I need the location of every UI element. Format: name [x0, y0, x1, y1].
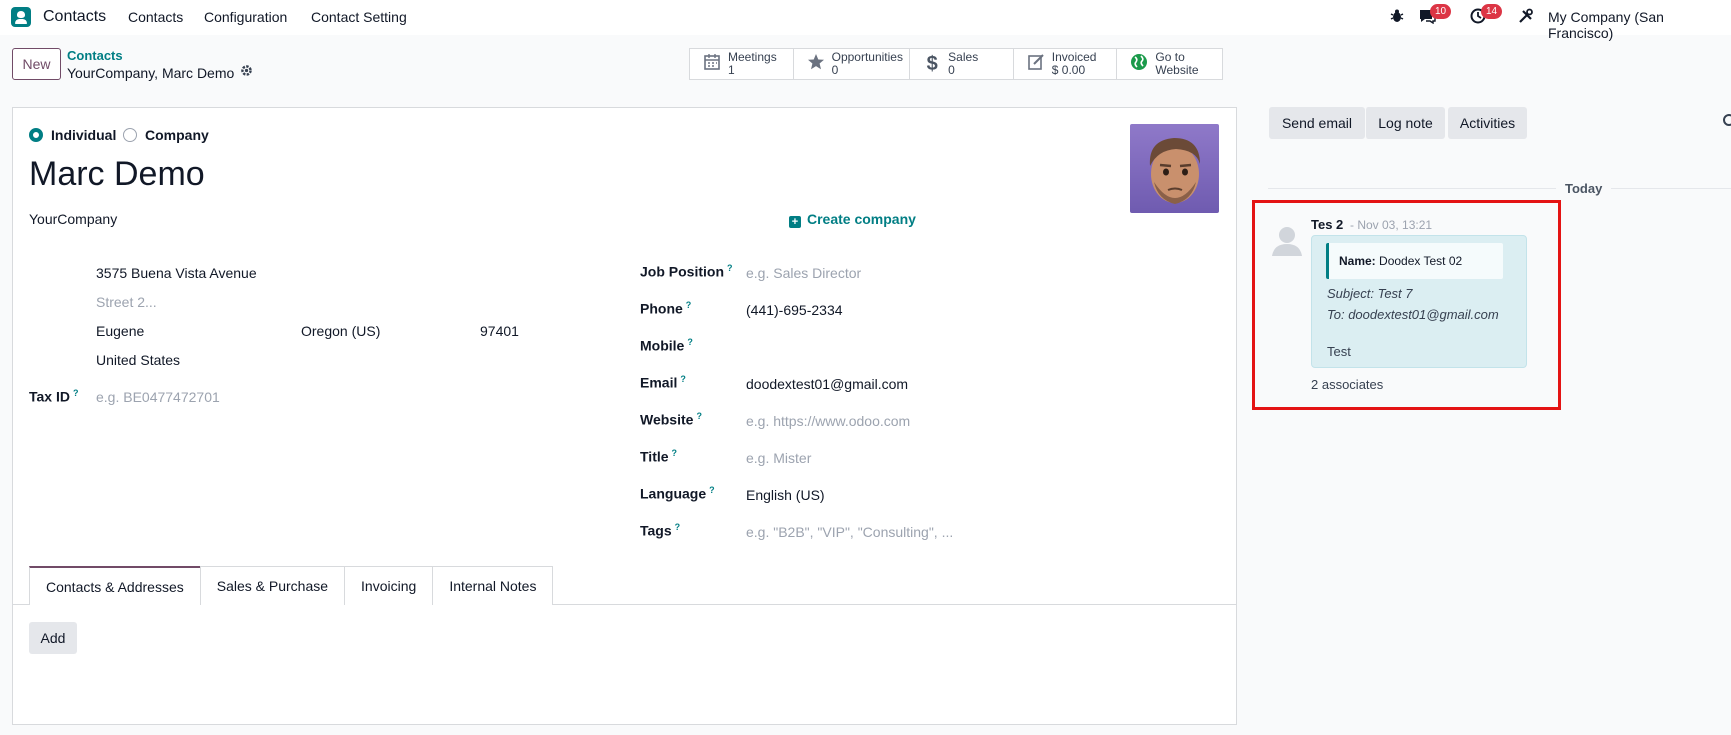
create-company-button[interactable]: + Create company: [789, 211, 916, 228]
radio-individual-label: Individual: [51, 127, 117, 143]
dollar-icon: $: [926, 52, 938, 75]
website-field-label: Website?: [640, 411, 702, 428]
partner-name-input[interactable]: Marc Demo: [29, 155, 205, 194]
street2-field[interactable]: Street 2...: [96, 294, 157, 310]
radio-individual[interactable]: Individual: [29, 127, 116, 143]
tax-id-field[interactable]: e.g. BE0477472701: [96, 389, 220, 405]
contacts-app-icon[interactable]: [11, 7, 31, 27]
message-author[interactable]: Tes 2: [1311, 217, 1343, 232]
opportunities-button[interactable]: Opportunities 0: [794, 49, 911, 79]
radio-company-dot[interactable]: [123, 128, 137, 142]
calendar-icon: [700, 53, 724, 76]
new-button[interactable]: New: [12, 48, 61, 80]
send-email-button[interactable]: Send email: [1269, 107, 1365, 139]
website-field[interactable]: e.g. https://www.odoo.com: [746, 413, 910, 429]
mobile-label: Mobile?: [640, 337, 693, 354]
breadcrumb-contacts[interactable]: Contacts: [67, 48, 123, 63]
invoiced-button[interactable]: Invoiced $ 0.00: [1014, 49, 1118, 79]
meetings-button[interactable]: Meetings 1: [690, 49, 794, 79]
menu-contact-setting[interactable]: Contact Setting: [311, 9, 407, 25]
globe-icon: [1127, 53, 1151, 76]
opportunities-value: 0: [831, 63, 839, 77]
language-label: Language?: [640, 485, 715, 502]
email-field[interactable]: doodextest01@gmail.com: [746, 376, 908, 392]
invoice-icon: [1024, 53, 1048, 76]
radio-company[interactable]: Company: [123, 127, 209, 143]
user-avatar-icon: [1269, 222, 1305, 258]
messages-badge: 10: [1430, 4, 1452, 19]
date-separator: [1268, 188, 1731, 189]
date-separator-label: Today: [1556, 181, 1612, 196]
search-icon[interactable]: [1723, 114, 1731, 126]
avatar[interactable]: [1130, 124, 1219, 213]
activities-badge: 14: [1481, 4, 1503, 19]
zip-field[interactable]: 97401: [480, 323, 519, 339]
add-contact-button[interactable]: Add: [29, 622, 77, 654]
activities-button[interactable]: Activities: [1448, 107, 1527, 139]
job-position-label: Job Position?: [640, 263, 733, 280]
radio-company-label: Company: [145, 127, 209, 143]
tags-label: Tags?: [640, 522, 681, 539]
message-date: - Nov 03, 13:21: [1350, 218, 1433, 232]
bug-icon[interactable]: [1390, 8, 1404, 28]
meetings-value: 1: [728, 63, 735, 77]
company-field[interactable]: YourCompany: [29, 211, 117, 227]
message-name-block: Name: Doodex Test 02: [1326, 243, 1503, 279]
message-subject: Subject: Test 7: [1327, 286, 1413, 301]
city-field[interactable]: Eugene: [96, 323, 144, 339]
gear-icon[interactable]: [240, 64, 253, 80]
title-field[interactable]: e.g. Mister: [746, 450, 811, 466]
company-switcher[interactable]: My Company (San Francisco): [1548, 9, 1731, 41]
menu-contacts[interactable]: Contacts: [128, 9, 183, 25]
menu-configuration[interactable]: Configuration: [204, 9, 287, 25]
log-note-button[interactable]: Log note: [1365, 107, 1445, 139]
tab-invoicing[interactable]: Invoicing: [344, 566, 434, 605]
tools-icon[interactable]: [1518, 8, 1534, 28]
tab-contacts-addresses[interactable]: Contacts & Addresses: [29, 566, 201, 605]
message-name-label: Name:: [1339, 254, 1376, 268]
phone-label: Phone?: [640, 300, 692, 317]
message-name-value: Doodex Test 02: [1379, 254, 1463, 268]
tab-internal-notes[interactable]: Internal Notes: [432, 566, 554, 605]
sales-value: 0: [948, 63, 955, 77]
tax-id-label: Tax ID?: [29, 388, 79, 405]
create-company-label: Create company: [807, 211, 916, 227]
star-icon: [804, 53, 828, 76]
country-field[interactable]: United States: [96, 352, 180, 368]
title-label: Title?: [640, 448, 678, 465]
message-associates[interactable]: 2 associates: [1311, 377, 1383, 392]
phone-field[interactable]: (441)-695-2334: [746, 302, 843, 318]
email-label: Email?: [640, 374, 686, 391]
sales-button[interactable]: $ Sales 0: [910, 49, 1014, 79]
tags-field[interactable]: e.g. "B2B", "VIP", "Consulting", ...: [746, 524, 953, 540]
plus-square-icon: +: [789, 216, 801, 228]
street-field[interactable]: 3575 Buena Vista Avenue: [96, 265, 257, 281]
job-position-field[interactable]: e.g. Sales Director: [746, 265, 861, 281]
tab-sales-purchase[interactable]: Sales & Purchase: [199, 566, 346, 605]
opportunities-label: Opportunities: [831, 50, 903, 64]
form-sheet: [12, 107, 1237, 725]
message-recipient: To: doodextest01@gmail.com: [1327, 307, 1499, 322]
language-field[interactable]: English (US): [746, 487, 825, 503]
radio-individual-dot[interactable]: [29, 128, 43, 142]
website-button[interactable]: Go to Website: [1117, 49, 1222, 79]
app-name[interactable]: Contacts: [43, 8, 106, 26]
smart-buttons: Meetings 1 Opportunities 0 $ Sales 0 Invoic…: [689, 48, 1223, 80]
state-field[interactable]: Oregon (US): [301, 323, 380, 339]
invoiced-value: $ 0.00: [1051, 63, 1086, 77]
top-navbar: Contacts Contacts Configuration Contact …: [0, 0, 1731, 41]
meetings-label: Meetings: [728, 50, 777, 64]
website-value: Website: [1155, 63, 1199, 77]
message-body: Test: [1327, 344, 1351, 359]
notebook-tabs: Contacts & Addresses Sales & Purchase In…: [29, 566, 554, 605]
breadcrumb-current: YourCompany, Marc Demo: [67, 65, 235, 81]
